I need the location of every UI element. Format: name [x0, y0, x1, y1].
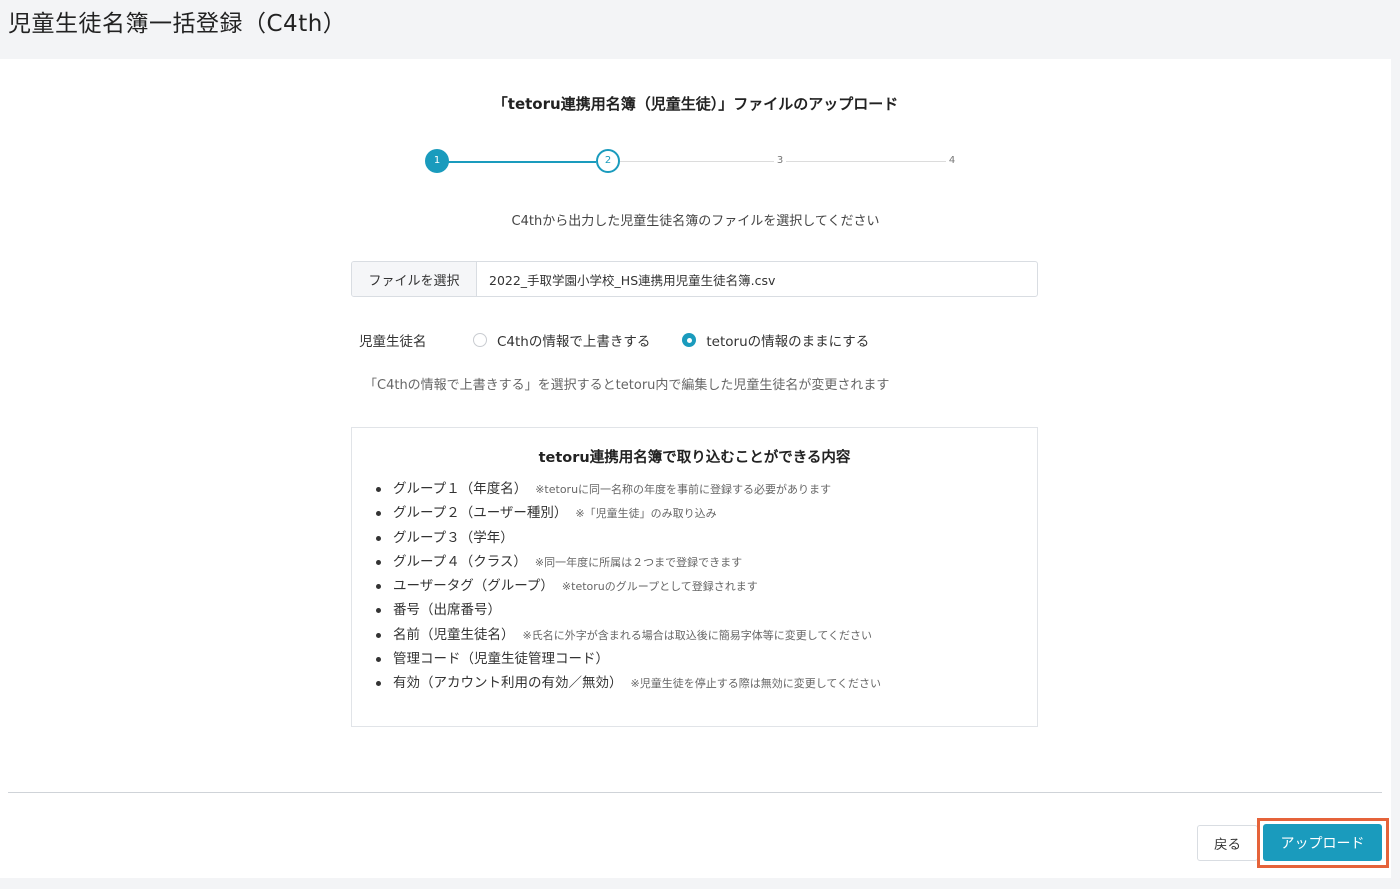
list-item: グループ１（年度名） ※tetoruに同一名称の年度を事前に登録する必要があります — [374, 477, 1037, 501]
student-name-label: 児童生徒名 — [359, 334, 427, 350]
upload-title: 「tetoru連携用名簿（児童生徒）」ファイルのアップロード — [492, 95, 899, 113]
list-item: 名前（児童生徒名） ※氏名に外字が含まれる場合は取込後に簡易字体等に変更してくださ… — [374, 623, 1037, 647]
back-button[interactable]: 戻る — [1197, 825, 1258, 861]
choose-file-button[interactable]: ファイルを選択 — [352, 262, 477, 296]
overwrite-warning-note: 「C4thの情報で上書きする」を選択するとtetoru内で編集した児童生徒名が変… — [364, 378, 890, 393]
upload-button[interactable]: アップロード — [1263, 824, 1382, 861]
list-item: 有効（アカウント利用の有効／無効） ※児童生徒を停止する際は無効に変更してください — [374, 671, 1037, 695]
list-item: グループ４（クラス） ※同一年度に所属は２つまで登録できます — [374, 550, 1037, 574]
file-instruction: C4thから出力した児童生徒名簿のファイルを選択してください — [511, 214, 880, 229]
item-note: ※tetoruに同一名称の年度を事前に登録する必要があります — [535, 483, 832, 496]
item-note: ※「児童生徒」のみ取り込み — [575, 507, 717, 521]
list-item: ユーザータグ（グループ） ※tetoruのグループとして登録されます — [374, 574, 1037, 598]
item-note: ※同一年度に所属は２つまで登録できます — [534, 555, 743, 569]
keep-tetoru-option[interactable]: tetoruの情報のままにする — [682, 330, 869, 350]
overwrite-with-c4th-option[interactable]: C4thの情報で上書きする — [473, 330, 650, 350]
step-1-circle: 1 — [425, 149, 449, 173]
list-item: グループ２（ユーザー種別） ※「児童生徒」のみ取り込み — [374, 501, 1037, 525]
list-item: グループ３（学年） — [374, 526, 1037, 550]
importable-content-title: tetoru連携用名簿で取り込むことができる内容 — [538, 450, 851, 466]
file-picker: ファイルを選択 2022_手取学園小学校_HS連携用児童生徒名簿.csv — [351, 261, 1038, 297]
page-title: 児童生徒名簿一括登録（C4th） — [8, 11, 347, 37]
step-connector-2 — [620, 161, 952, 162]
item-note: ※氏名に外字が含まれる場合は取込後に簡易字体等に変更してください — [522, 628, 873, 642]
importable-content-list: グループ１（年度名） ※tetoruに同一名称の年度を事前に登録する必要があります… — [352, 477, 1037, 696]
keep-tetoru-label: tetoruの情報のままにする — [706, 334, 870, 350]
overwrite-with-c4th-label: C4thの情報で上書きする — [497, 334, 651, 350]
upload-card: 「tetoru連携用名簿（児童生徒）」ファイルのアップロード 1 2 3 4 C… — [0, 59, 1391, 878]
importable-content-box: tetoru連携用名簿で取り込むことができる内容 グループ１（年度名） ※teto… — [351, 427, 1038, 727]
student-name-option-row: 児童生徒名 C4thの情報で上書きする tetoruの情報のままにする — [359, 329, 999, 351]
footer-divider — [8, 792, 1382, 793]
item-note: ※児童生徒を停止する際は無効に変更してください — [630, 677, 882, 691]
radio-unchecked-icon[interactable] — [473, 333, 487, 347]
selected-file-name: 2022_手取学園小学校_HS連携用児童生徒名簿.csv — [489, 272, 776, 288]
list-item: 番号（出席番号） — [374, 598, 1037, 622]
list-item: 管理コード（児童生徒管理コード） — [374, 647, 1037, 671]
item-note: ※tetoruのグループとして登録されます — [561, 580, 758, 594]
step-3-label: 3 — [774, 155, 786, 166]
step-connector-1 — [448, 161, 596, 163]
step-4-label: 4 — [946, 155, 958, 166]
stepper: 1 2 3 4 — [424, 149, 964, 179]
step-2-circle: 2 — [596, 149, 620, 173]
radio-checked-icon[interactable] — [682, 333, 697, 347]
